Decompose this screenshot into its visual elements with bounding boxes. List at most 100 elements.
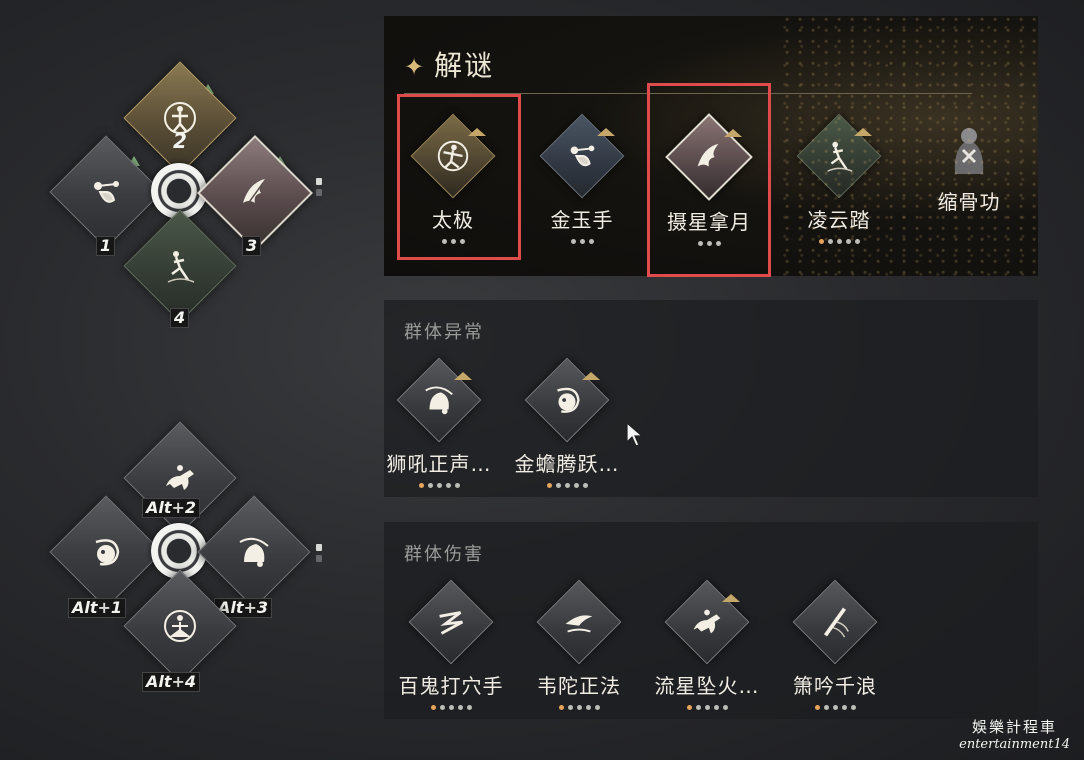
level-dot — [427, 483, 433, 488]
section-title: 群体异常 — [404, 322, 484, 343]
bell-roar-icon — [232, 530, 276, 574]
upgrade-cap — [597, 127, 616, 136]
skill-level-dots — [914, 221, 1024, 227]
level-dot — [448, 705, 454, 710]
level-dot — [836, 239, 842, 244]
grab-hand-icon — [84, 170, 128, 214]
skill-name: 狮吼正声… — [386, 452, 492, 476]
level-dot — [588, 239, 594, 244]
wheel-slot-4[interactable] — [123, 209, 237, 323]
horse-rider-icon — [687, 602, 727, 642]
highlight-box — [647, 83, 771, 277]
level-dot — [445, 483, 451, 488]
mouse-cursor-icon — [626, 421, 646, 452]
wheel-slot-2[interactable] — [123, 61, 237, 175]
level-dot — [454, 483, 460, 488]
level-dot — [594, 705, 600, 710]
skill-lingyunta[interactable]: 凌云踏 — [784, 113, 894, 245]
lightning-strike-icon — [431, 602, 471, 642]
horse-rider-icon — [158, 456, 202, 500]
level-dot — [436, 483, 442, 488]
level-dot — [845, 239, 851, 244]
level-dot — [576, 705, 582, 710]
level-dot — [567, 705, 573, 710]
level-dot — [564, 483, 570, 488]
level-dot — [558, 705, 564, 710]
skill-name: 韦陀正法 — [537, 674, 621, 698]
wheel-key-label: Alt+1 — [68, 598, 127, 618]
section-title: ✦ 解谜 — [404, 49, 495, 82]
skill-name: 百鬼打穴手 — [398, 674, 504, 698]
level-dot — [457, 705, 463, 710]
upgrade-cap — [454, 371, 473, 380]
bell-roar-icon — [419, 380, 459, 420]
section-title: 群体伤害 — [404, 544, 484, 565]
highlight-box — [397, 94, 521, 260]
wheel-slot-alt-4[interactable] — [123, 569, 237, 683]
skill-level-dots — [652, 705, 762, 711]
wheel-key-label: Alt+4 — [142, 672, 201, 692]
flying-crane-icon — [559, 602, 599, 642]
skill-suogugong[interactable]: 缩骨功 — [914, 120, 1024, 227]
seated-monk-icon — [158, 604, 202, 648]
skill-wheel-bottom: Alt+2 Alt+1 Alt+3 Alt+4 — [48, 420, 322, 692]
skill-level-dots — [780, 705, 890, 711]
skill-name: 缩骨功 — [937, 190, 1001, 214]
wheel-page-indicator[interactable] — [316, 178, 322, 200]
watermark-line: 娛樂計程車 — [972, 718, 1058, 736]
level-dot — [573, 483, 579, 488]
flute-icon — [815, 602, 855, 642]
grab-hand-icon — [562, 136, 602, 176]
skill-name: 金玉手 — [550, 208, 614, 232]
skill-liuxingzhuihuo[interactable]: 流星坠火… — [652, 579, 762, 711]
level-dot — [585, 705, 591, 710]
wheel-slot-3[interactable] — [197, 135, 313, 251]
skill-level-dots — [384, 483, 494, 489]
wheel-slot-1[interactable] — [49, 135, 163, 249]
skill-name: 箫吟千浪 — [793, 674, 877, 698]
level-dot — [466, 705, 472, 710]
level-dot — [814, 705, 820, 710]
skill-xiaoyinqianlang[interactable]: 箫吟千浪 — [780, 579, 890, 711]
watermark-line: entertainment14 — [959, 737, 1070, 752]
skill-weituozhengfa[interactable]: 韦陀正法 — [524, 579, 634, 711]
skill-name: 金蟾腾跃… — [514, 452, 620, 476]
level-dot — [854, 239, 860, 244]
upgrade-cap — [722, 593, 741, 602]
group-damage-panel: 群体伤害 百鬼打穴手 韦陀正法 流星坠火… 箫吟千浪 — [384, 522, 1038, 719]
wheel-key-label: 4 — [170, 308, 190, 328]
wheel-key-label: Alt+2 — [142, 498, 201, 518]
skill-name: 凌云踏 — [807, 208, 871, 232]
level-dot — [418, 483, 424, 488]
skill-name: 流星坠火… — [654, 674, 760, 698]
wheel-key-label: 2 — [173, 129, 187, 153]
leap-figure-icon — [158, 244, 202, 288]
spiral-spirit-icon — [547, 380, 587, 420]
skill-jinyushou[interactable]: 金玉手 — [527, 113, 637, 245]
level-dot — [823, 705, 829, 710]
skill-jinchantengyue[interactable]: 金蟾腾跃… — [512, 357, 622, 489]
skill-level-dots — [784, 239, 894, 245]
skill-baiguidaxueshou[interactable]: 百鬼打穴手 — [396, 579, 506, 711]
level-dot — [850, 705, 856, 710]
leap-figure-icon — [819, 136, 859, 176]
level-dot — [832, 705, 838, 710]
level-dot — [582, 483, 588, 488]
level-dot — [713, 705, 719, 710]
level-dot — [570, 239, 576, 244]
level-dot — [579, 239, 585, 244]
wheel-slot-alt-3[interactable] — [197, 495, 311, 609]
skill-shihouzhengsheng[interactable]: 狮吼正声… — [384, 357, 494, 489]
wheel-page-indicator[interactable] — [316, 544, 322, 566]
wheel-key-label: 1 — [96, 236, 116, 256]
watermark: 娛樂計程車 entertainment14 — [959, 716, 1070, 752]
level-dot — [818, 239, 824, 244]
level-dot — [555, 483, 561, 488]
level-dot — [827, 239, 833, 244]
feather-wing-icon — [233, 171, 277, 215]
skill-wheel-top: 2 1 3 4 — [48, 60, 322, 330]
level-dot — [546, 483, 552, 488]
level-dot — [686, 705, 692, 710]
level-dot — [841, 705, 847, 710]
level-dot — [722, 705, 728, 710]
